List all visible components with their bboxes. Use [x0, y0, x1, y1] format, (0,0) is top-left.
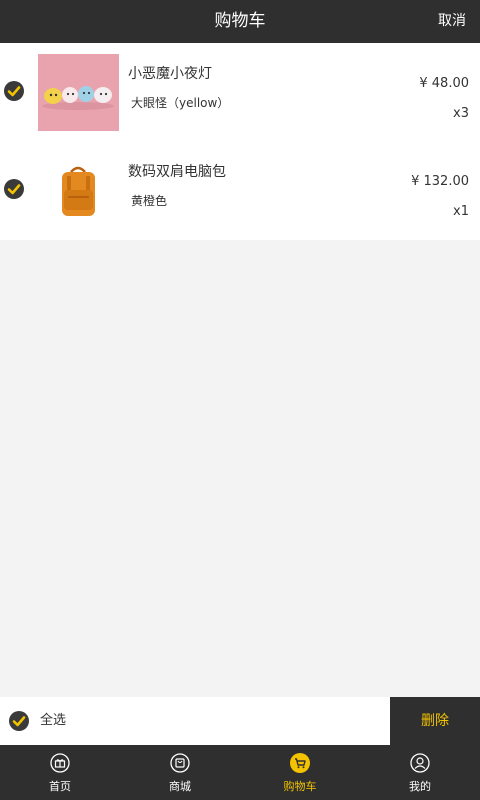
top-bar: 购物车 取消 [0, 0, 480, 43]
select-all-label[interactable]: 全选 [40, 697, 66, 745]
item-name: 小恶魔小夜灯 [128, 66, 212, 82]
checkmark-icon [12, 716, 26, 727]
cancel-button[interactable]: 取消 [438, 0, 466, 43]
item-spec: 大眼怪（yellow） [131, 96, 230, 110]
cart-item[interactable]: 小恶魔小夜灯 大眼怪（yellow） ¥ 48.00 x3 [0, 43, 480, 141]
item-name: 数码双肩电脑包 [128, 164, 226, 180]
checkmark-icon [7, 86, 21, 97]
tab-mall[interactable]: 商城 [120, 745, 240, 800]
tab-label: 商城 [169, 780, 191, 793]
select-all-checkbox[interactable] [9, 711, 29, 731]
backpack-photo[interactable] [38, 152, 119, 229]
cart-action-bar: 全选 删除 [0, 697, 480, 745]
night-light-photo[interactable] [38, 54, 119, 131]
item-price: ¥ 48.00 [419, 76, 469, 91]
item-checkbox[interactable] [4, 179, 24, 199]
gift-icon [50, 753, 70, 773]
tab-profile[interactable]: 我的 [360, 745, 480, 800]
item-spec: 黄橙色 [131, 194, 168, 208]
shopping-bag-icon [170, 753, 190, 773]
item-checkbox[interactable] [4, 81, 24, 101]
cart-item[interactable]: 数码双肩电脑包 黄橙色 ¥ 132.00 x1 [0, 141, 480, 239]
item-quantity: x3 [453, 106, 469, 121]
item-quantity: x1 [453, 204, 469, 219]
tab-label: 我的 [409, 780, 431, 793]
user-icon [410, 753, 430, 773]
tab-bar: 首页 商城 购物车 我的 [0, 745, 480, 800]
page-title: 购物车 [214, 11, 266, 31]
tab-label: 购物车 [283, 780, 317, 793]
tab-label: 首页 [49, 780, 71, 793]
item-price: ¥ 132.00 [411, 174, 469, 189]
cart-list: 小恶魔小夜灯 大眼怪（yellow） ¥ 48.00 x3 数码双肩电脑包 黄橙… [0, 43, 480, 240]
tab-home[interactable]: 首页 [0, 745, 120, 800]
checkmark-icon [7, 184, 21, 195]
cart-icon [290, 753, 310, 773]
delete-button[interactable]: 删除 [390, 697, 480, 745]
tab-cart[interactable]: 购物车 [240, 745, 360, 800]
